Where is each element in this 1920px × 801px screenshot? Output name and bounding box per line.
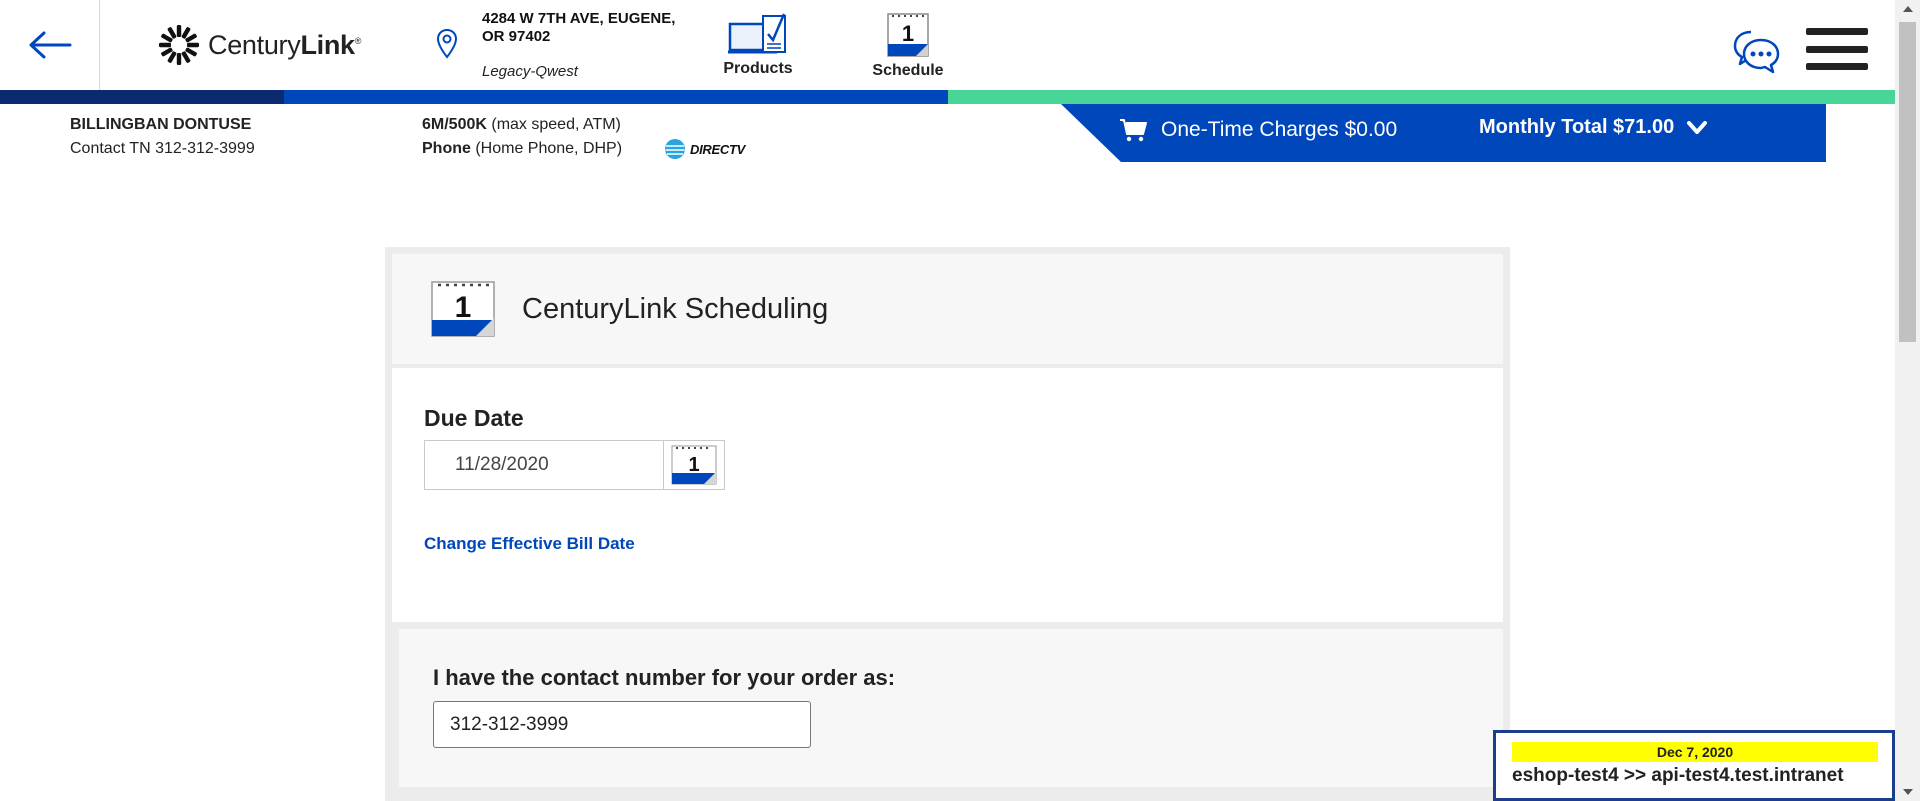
location-pin-icon — [436, 28, 458, 59]
att-globe-icon — [665, 139, 685, 159]
chat-bubble-icon[interactable] — [1733, 28, 1781, 76]
chevron-down-icon — [1687, 120, 1708, 134]
scroll-down-arrow-icon[interactable] — [1895, 783, 1920, 801]
monthly-total[interactable]: Monthly Total $71.00 — [1479, 116, 1708, 139]
centurylink-logo-mark-icon — [159, 25, 199, 65]
charges-banner: One-Time Charges $0.00 Monthly Total $71… — [1061, 104, 1826, 162]
order-progress-bar — [0, 90, 1895, 104]
top-header: CenturyLink® 4284 W 7TH AVE, EUGENE, OR … — [0, 0, 1895, 90]
scheduling-header: 1 CenturyLink Scheduling — [392, 254, 1503, 364]
svg-text:1: 1 — [688, 454, 699, 476]
contact-number-label: I have the contact number for your order… — [433, 665, 896, 690]
svg-text:1: 1 — [455, 291, 472, 324]
progress-segment-1 — [0, 90, 284, 104]
due-date-section: Due Date 1 Change Effective Bill Date — [392, 368, 1503, 622]
shopping-cart-icon — [1120, 119, 1147, 142]
one-time-charges[interactable]: One-Time Charges $0.00 — [1119, 118, 1397, 142]
scroll-up-arrow-icon[interactable] — [1895, 0, 1920, 18]
calendar-icon: 1 — [431, 281, 495, 337]
page-scrollbar[interactable] — [1895, 0, 1920, 801]
calendar-icon: 1 — [671, 445, 717, 485]
service-phone: Phone (Home Phone, DHP) — [422, 140, 623, 157]
service-address: 4284 W 7TH AVE, EUGENE, OR 97402 — [482, 10, 676, 45]
environment-text: eshop-test4 >> api-test4.test.intranet — [1512, 765, 1844, 786]
legacy-label: Legacy-Qwest — [482, 63, 578, 80]
arrow-left-icon — [29, 31, 71, 59]
calendar-icon: 1 — [887, 13, 929, 57]
contact-number-section: I have the contact number for your order… — [399, 629, 1503, 787]
nav-products[interactable]: Products — [703, 12, 813, 78]
svg-text:1: 1 — [902, 21, 914, 46]
nav-schedule[interactable]: 1 Schedule — [853, 12, 963, 80]
back-button[interactable] — [0, 0, 100, 90]
environment-date: Dec 7, 2020 — [1512, 742, 1878, 762]
date-picker-button[interactable]: 1 — [663, 440, 725, 490]
change-bill-date-link[interactable]: Change Effective Bill Date — [424, 534, 635, 554]
hamburger-menu-icon[interactable] — [1806, 28, 1868, 70]
scheduling-title: CenturyLink Scheduling — [522, 292, 829, 325]
centurylink-logo[interactable]: CenturyLink® — [158, 24, 361, 66]
environment-badge: Dec 7, 2020 eshop-test4 >> api-test4.tes… — [1493, 730, 1895, 801]
scrollbar-thumb[interactable] — [1899, 22, 1916, 342]
monitor-checklist-icon — [728, 13, 786, 54]
customer-contact-tn: Contact TN 312-312-3999 — [70, 140, 255, 157]
progress-segment-3 — [948, 90, 1895, 104]
directv-logo: DIRECTV — [664, 138, 745, 160]
due-date-label: Due Date — [424, 405, 524, 431]
scheduling-card: 1 CenturyLink Scheduling Due Date 1 Chan… — [385, 247, 1510, 801]
customer-name: BILLINGBAN DONTUSE — [70, 116, 252, 133]
progress-segment-2 — [284, 90, 948, 104]
due-date-input[interactable] — [424, 440, 664, 490]
logo-text: CenturyLink® — [208, 29, 362, 60]
service-internet: 6M/500K (max speed, ATM) — [422, 116, 621, 133]
contact-number-input[interactable] — [433, 701, 811, 748]
